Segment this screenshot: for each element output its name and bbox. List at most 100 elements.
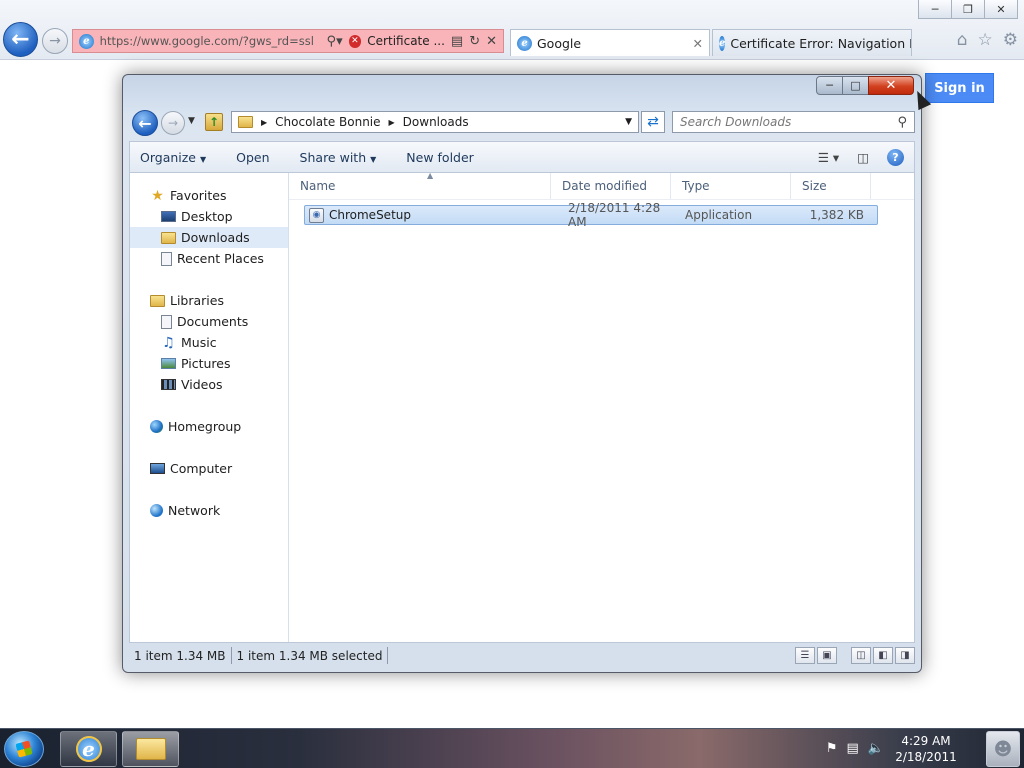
folder-icon [238,116,253,128]
minimize-icon[interactable]: ─ [918,0,952,19]
restore-icon[interactable]: ❐ [951,0,985,19]
picture-icon [161,358,176,369]
details-view-icon[interactable]: ☰ [795,647,815,664]
back-arrow-icon[interactable]: ← [132,110,158,136]
sidebar-item-music[interactable]: ♫ Music [130,332,288,353]
search-icon[interactable]: ⚲ [897,115,907,130]
sidebar-item-homegroup[interactable]: Homegroup [130,416,288,437]
column-headers: ▲ Name Date modified Type Size [289,171,914,200]
preview-pane-icon[interactable]: ◫ [857,150,869,165]
close-tab-icon[interactable]: ✕ [693,36,703,51]
gear-icon[interactable]: ⚙ [1003,30,1018,50]
change-view-icon[interactable]: ☰ ▾ [818,150,839,165]
help-icon[interactable]: ? [887,148,904,166]
file-name-cell[interactable]: ◉ ChromeSetup [305,207,552,223]
sidebar-item-computer[interactable]: Computer [130,458,288,479]
address-bar[interactable]: e https://www.google.com/?gws_rd=ssl ⚲▾ … [72,29,504,53]
ie-page-icon: e [79,33,94,49]
chevron-down-icon: ▼ [200,154,207,164]
share-with-button[interactable]: Share with ▼ [300,150,377,165]
sidebar-item-favorites[interactable]: ★ Favorites [130,185,288,206]
breadcrumb-item[interactable]: Downloads [403,115,469,129]
chevron-right-icon[interactable]: ▶ [261,118,267,127]
clock[interactable]: 4:29 AM 2/18/2011 [892,733,960,765]
maximize-icon[interactable]: □ [842,76,869,95]
minimize-icon[interactable]: ─ [816,76,843,95]
close-icon[interactable]: ✕ [868,76,914,95]
layout-view-icon[interactable]: ◫ [851,647,871,664]
downloads-folder-icon [161,231,176,244]
sidebar-item-pictures[interactable]: Pictures [130,353,288,374]
desktop-icon [161,211,176,222]
computer-icon [150,463,165,474]
open-button[interactable]: Open [236,150,269,165]
browser-frame: ─ ❐ ✕ ← → e https://www.google.com/?gws_… [0,0,1024,60]
up-folder-icon[interactable]: ↑ [205,113,223,131]
search-input[interactable]: Search Downloads ⚲ [672,111,915,133]
organize-button[interactable]: Organize ▼ [140,150,206,165]
search-dropdown-icon[interactable]: ⚲▾ [327,34,343,49]
sidebar-item-network[interactable]: Network [130,500,288,521]
internet-explorer-icon: e [75,736,102,762]
ie-page-icon: e [517,35,532,51]
nav-homegroup-group: Homegroup [130,416,288,437]
breadcrumb[interactable]: ▶ Chocolate Bonnie ▶ Downloads ▼ [231,111,639,133]
action-center-flag-icon[interactable]: ⚑ [826,741,838,756]
tab-google[interactable]: e Google ✕ [510,29,710,56]
explorer-body: ★ Favorites Desktop Downloads Recent Pla… [129,171,915,643]
column-header-date[interactable]: Date modified [551,173,671,199]
column-header-size[interactable]: Size [791,173,871,199]
new-folder-button[interactable]: New folder [406,150,474,165]
taskbar-ie-button[interactable]: e [60,731,117,767]
thumbnails-view-icon[interactable]: ▣ [817,647,837,664]
preview-view-icon[interactable]: ◧ [873,647,893,664]
sidebar-item-desktop[interactable]: Desktop [130,206,288,227]
file-list[interactable]: ▲ Name Date modified Type Size ◉ ChromeS… [289,171,914,642]
sort-arrow-icon: ▲ [427,171,434,180]
explorer-window-controls: ─ □ ✕ [816,76,914,95]
breadcrumb-item[interactable]: Chocolate Bonnie [275,115,380,129]
chevron-down-icon[interactable]: ▼ [625,117,632,127]
user-avatar[interactable]: ☻ [986,731,1020,767]
file-size-cell: 1,382 KB [809,208,864,222]
sidebar-item-videos[interactable]: Videos [130,374,288,395]
table-row[interactable]: ◉ ChromeSetup 2/18/2011 4:28 AM Applicat… [304,201,878,229]
music-note-icon: ♫ [162,334,175,351]
tab-certificate-error[interactable]: e Certificate Error: Navigation Bl... [712,29,912,56]
libraries-icon [150,294,165,307]
status-bar: 1 item 1.34 MB 1 item 1.34 MB selected ☰… [129,643,915,668]
sidebar-item-documents[interactable]: Documents [130,311,288,332]
sidebar-item-downloads[interactable]: Downloads [130,227,288,248]
address-url[interactable]: https://www.google.com/?gws_rd=ssl [100,34,321,48]
column-header-type[interactable]: Type [671,173,791,199]
sidebar-item-libraries[interactable]: Libraries [130,290,288,311]
cert-error-icon[interactable]: ✕ [348,34,362,48]
start-button[interactable] [4,731,44,767]
favorites-star-icon[interactable]: ☆ [978,30,993,50]
navigation-pane[interactable]: ★ Favorites Desktop Downloads Recent Pla… [130,173,289,642]
network-status-icon[interactable]: ▤ [847,741,859,756]
refresh-icon[interactable]: ⇄ [641,111,665,133]
recent-pages-dropdown-icon[interactable]: ▼ [188,116,195,126]
search-placeholder: Search Downloads [680,115,792,129]
volume-icon[interactable]: 🔈 [868,741,884,756]
details-pane-icon[interactable]: ◨ [895,647,915,664]
stop-icon[interactable]: ✕ [486,34,497,49]
forward-arrow-icon[interactable]: → [42,28,68,54]
sidebar-item-recent-places[interactable]: Recent Places [130,248,288,269]
taskbar-explorer-button[interactable] [122,731,179,767]
folder-icon [135,738,166,760]
tab-label: Certificate Error: Navigation Bl... [730,35,911,51]
forward-arrow-icon[interactable]: → [161,111,185,135]
home-icon[interactable]: ⌂ [957,30,968,50]
refresh-icon[interactable]: ↻ [469,34,480,49]
recent-places-icon [161,251,172,266]
sign-in-button[interactable]: Sign in [925,73,994,103]
close-icon[interactable]: ✕ [984,0,1018,19]
chevron-right-icon[interactable]: ▶ [389,118,395,127]
browser-window-controls: ─ ❐ ✕ [918,0,1018,19]
back-arrow-icon[interactable]: ← [3,22,38,57]
compat-view-icon[interactable]: ▤ [451,34,463,49]
column-header-name[interactable]: Name [289,173,551,199]
cert-error-label[interactable]: Certificate ... [367,34,445,48]
